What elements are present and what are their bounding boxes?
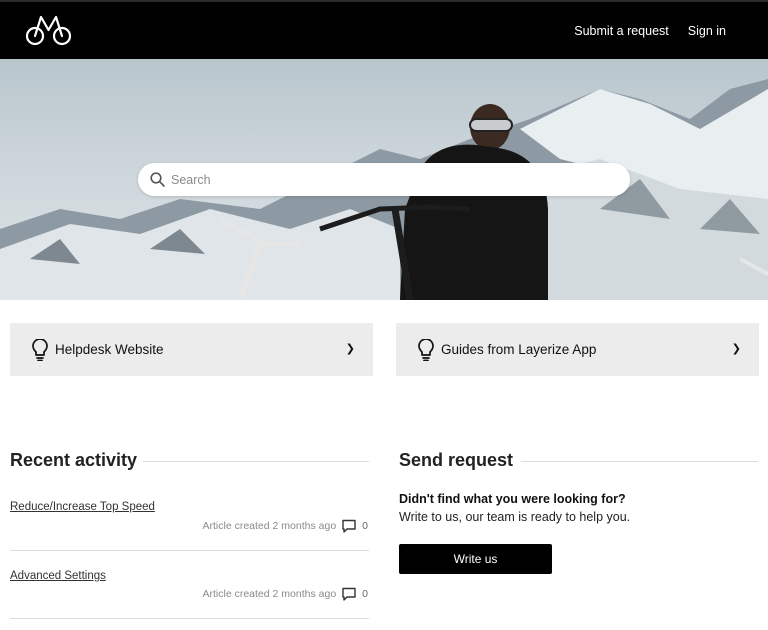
category-card-helpdesk[interactable]: Helpdesk Website ❯ bbox=[10, 323, 373, 376]
send-request-title: Send request bbox=[399, 450, 514, 470]
chevron-right-icon: ❯ bbox=[731, 343, 741, 355]
request-text: Write to us, our team is ready to help y… bbox=[399, 510, 631, 524]
section-divider bbox=[521, 461, 758, 462]
search-bar[interactable] bbox=[138, 163, 630, 196]
lightbulb-icon bbox=[418, 338, 434, 361]
activity-meta-text: Article created 2 months ago bbox=[202, 588, 337, 600]
comment-count: 0 bbox=[362, 588, 368, 600]
recent-activity-title: Recent activity bbox=[10, 450, 138, 470]
comment-icon bbox=[342, 519, 356, 533]
category-card-guides[interactable]: Guides from Layerize App ❯ bbox=[396, 323, 759, 376]
submit-request-link[interactable]: Submit a request bbox=[574, 24, 669, 38]
search-input[interactable] bbox=[171, 172, 611, 187]
activity-item-meta: Article created 2 months ago 0 bbox=[202, 519, 368, 533]
activity-item-title[interactable]: Advanced Settings bbox=[10, 570, 106, 582]
category-label: Helpdesk Website bbox=[55, 342, 164, 357]
top-header: Submit a request Sign in bbox=[0, 0, 768, 59]
activity-divider bbox=[10, 618, 369, 619]
section-divider bbox=[143, 461, 369, 462]
write-us-button[interactable]: Write us bbox=[399, 544, 552, 574]
hero-banner bbox=[0, 59, 768, 300]
activity-divider bbox=[10, 550, 369, 551]
comment-count: 0 bbox=[362, 520, 368, 532]
activity-item-title[interactable]: Reduce/Increase Top Speed bbox=[10, 501, 155, 513]
sign-in-link[interactable]: Sign in bbox=[688, 24, 726, 38]
activity-item-meta: Article created 2 months ago 0 bbox=[202, 587, 368, 601]
comment-icon bbox=[342, 587, 356, 601]
activity-meta-text: Article created 2 months ago bbox=[202, 520, 337, 532]
lightbulb-icon bbox=[32, 338, 48, 361]
chevron-right-icon: ❯ bbox=[345, 343, 355, 355]
category-label: Guides from Layerize App bbox=[441, 342, 597, 357]
search-icon bbox=[150, 172, 165, 187]
bicycle-mountain-logo[interactable] bbox=[25, 13, 72, 46]
request-question: Didn't find what you were looking for? bbox=[399, 492, 626, 506]
header-nav: Submit a request Sign in bbox=[574, 24, 726, 38]
